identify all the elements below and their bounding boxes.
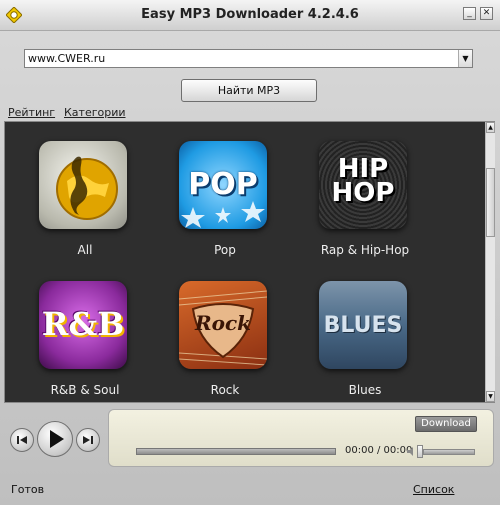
- player-panel: Download 00:00 / 00:00: [108, 409, 494, 467]
- volume-slider-thumb[interactable]: [417, 445, 423, 458]
- scroll-down-icon[interactable]: ▼: [486, 391, 495, 402]
- rock-icon-text: Rock: [195, 311, 251, 335]
- scrollbar-thumb[interactable]: [486, 168, 495, 237]
- list-link[interactable]: Список: [413, 483, 454, 496]
- category-tile-rock[interactable]: Rock Rock: [179, 281, 271, 397]
- title-bar[interactable]: Easy MP3 Downloader 4.2.4.6 _ ✕: [0, 0, 500, 31]
- hip-hop-icon-text: HIP HOP: [331, 154, 395, 208]
- scroll-up-icon[interactable]: ▲: [486, 122, 495, 133]
- hip-hop-icon: HIP HOP: [319, 141, 407, 229]
- category-label: Rap & Hip-Hop: [320, 243, 410, 257]
- category-tile-rnb-soul[interactable]: R&B R&B & Soul: [39, 281, 131, 397]
- category-grid: All POP Pop HIP HOP Rap & Hip-Hop R&B R&…: [4, 121, 495, 403]
- category-label: All: [77, 243, 93, 257]
- rnb-icon-text: R&B: [41, 305, 125, 343]
- previous-button[interactable]: [10, 428, 34, 452]
- category-tile-blues[interactable]: BLUES Blues: [319, 281, 411, 397]
- app-window: Easy MP3 Downloader 4.2.4.6 _ ✕ www.CWER…: [0, 0, 500, 505]
- category-label: Blues: [348, 383, 382, 397]
- category-label: R&B & Soul: [50, 383, 120, 397]
- minimize-button[interactable]: _: [463, 7, 476, 20]
- rnb-icon: R&B: [39, 281, 127, 369]
- rating-link[interactable]: Рейтинг: [8, 106, 55, 119]
- next-button[interactable]: [76, 428, 100, 452]
- pop-icon: POP: [179, 141, 267, 229]
- search-input[interactable]: www.CWER.ru ▼: [24, 49, 473, 68]
- window-title: Easy MP3 Downloader 4.2.4.6: [141, 7, 359, 22]
- pop-icon-text: POP: [188, 167, 258, 202]
- rock-guitar-icon: Rock: [179, 281, 267, 369]
- search-input-value: www.CWER.ru: [28, 52, 106, 65]
- category-tile-rap-hip-hop[interactable]: HIP HOP Rap & Hip-Hop: [319, 141, 411, 257]
- play-button[interactable]: [37, 421, 73, 457]
- seek-slider[interactable]: [136, 448, 336, 455]
- play-icon: [50, 430, 64, 448]
- dropdown-arrow-icon[interactable]: ▼: [458, 50, 472, 67]
- categories-link[interactable]: Категории: [64, 106, 126, 119]
- close-button[interactable]: ✕: [480, 7, 493, 20]
- category-label: Pop: [214, 243, 236, 257]
- status-text: Готов: [11, 483, 45, 496]
- globe-treble-clef-icon: [39, 141, 127, 229]
- volume-slider[interactable]: [423, 449, 475, 455]
- blues-icon-text: BLUES: [323, 313, 403, 338]
- blues-icon: BLUES: [319, 281, 407, 369]
- category-label: Rock: [210, 383, 240, 397]
- find-mp3-button[interactable]: Найти MP3: [181, 79, 317, 102]
- time-display: 00:00 / 00:00: [345, 445, 413, 456]
- download-button[interactable]: Download: [415, 416, 477, 432]
- vertical-scrollbar[interactable]: ▲ ▼: [485, 122, 495, 402]
- skip-forward-icon: [83, 436, 93, 444]
- category-tile-all[interactable]: All: [39, 141, 131, 257]
- category-tile-pop[interactable]: POP Pop: [179, 141, 271, 257]
- skip-back-icon: [17, 436, 27, 444]
